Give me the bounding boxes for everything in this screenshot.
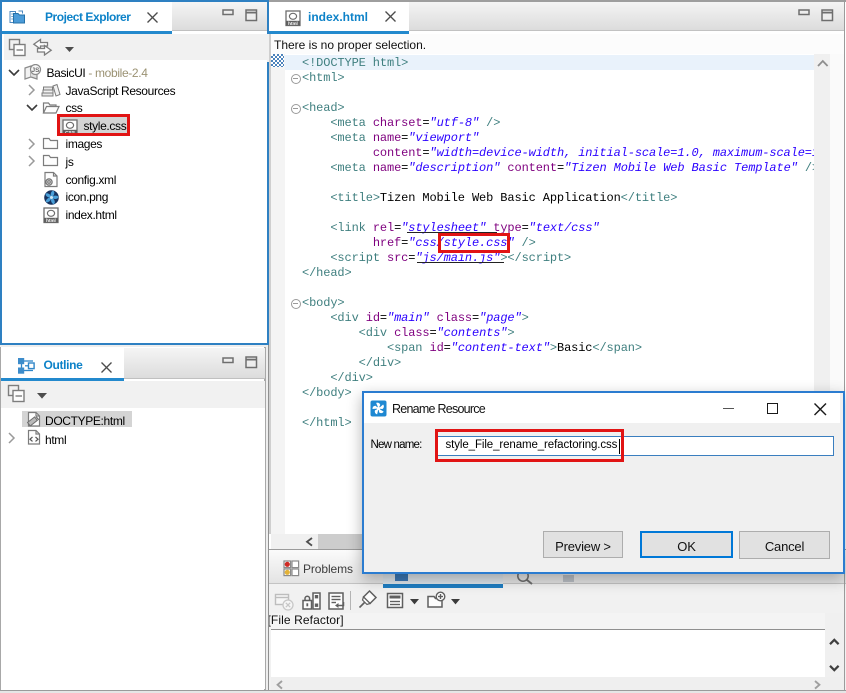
svg-text:JS: JS (32, 66, 41, 73)
svg-text:html: html (288, 21, 298, 26)
svg-text:html: html (46, 218, 56, 223)
